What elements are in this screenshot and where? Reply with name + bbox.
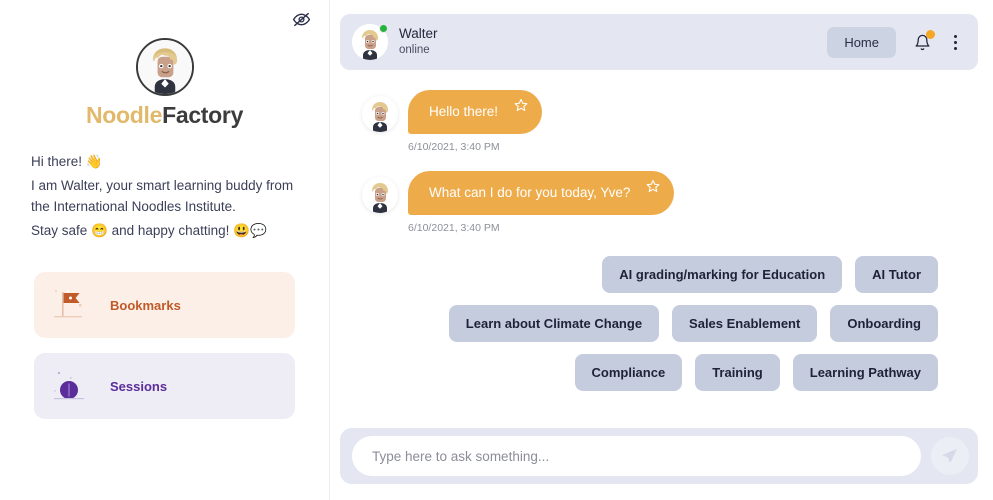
chatbot-app: NoodleFactory Hi there! 👋 I am Walter, y… [0, 0, 993, 500]
suggestion-chip[interactable]: Sales Enablement [672, 305, 818, 342]
message-row: Hello there! 6/10/2021, 3:40 PM [362, 90, 960, 153]
contact-name: Walter [399, 26, 438, 42]
header-avatar-wrapper [352, 24, 388, 60]
greeting-line-2: I am Walter, your smart learning buddy f… [31, 178, 294, 214]
message-bubble: What can I do for you today, Yve? [408, 171, 675, 215]
suggestion-chip[interactable]: Learn about Climate Change [448, 305, 660, 342]
sidebar-topbar [0, 0, 329, 38]
message-row: What can I do for you today, Yve? 6/10/2… [362, 171, 960, 234]
brand-name-part1: Noodle [85, 102, 163, 128]
brand-block: NoodleFactory [0, 38, 329, 129]
suggestion-chip-row: Compliance Training Learning Pathway [384, 354, 938, 391]
walter-avatar [135, 38, 194, 96]
message-bubble: Hello there! [408, 90, 543, 134]
message-text: What can I do for you today, Yve? [429, 185, 631, 200]
suggestion-chip[interactable]: Training [695, 354, 780, 391]
walter-avatar [362, 96, 398, 132]
brand-wordmark: NoodleFactory [86, 102, 243, 129]
star-outline-icon[interactable] [514, 98, 528, 112]
home-button[interactable]: Home [827, 26, 896, 58]
composer-area [340, 428, 978, 500]
sidebar-nav-cards: Bookmarks Sessions [0, 244, 329, 419]
online-status-dot [379, 24, 388, 33]
greeting-line-1: Hi there! 👋 [31, 154, 103, 169]
walter-avatar [362, 177, 398, 213]
suggestion-chip-row: AI grading/marking for Education AI Tuto… [384, 256, 938, 293]
sidebar-item-sessions[interactable]: Sessions [34, 353, 295, 419]
bell-icon[interactable] [911, 30, 935, 53]
chat-header: Walter online Home [340, 14, 978, 70]
message-list: Hello there! 6/10/2021, 3:40 PM What can… [340, 70, 978, 428]
greeting-line-3: Stay safe 😁 and happy chatting! 😃💬 [31, 223, 267, 238]
sidebar-item-label: Bookmarks [110, 297, 181, 313]
flag-icon [34, 272, 110, 338]
message-text: Hello there! [429, 104, 499, 119]
message-timestamp: 6/10/2021, 3:40 PM [408, 222, 500, 234]
suggestion-chip[interactable]: Compliance [574, 354, 683, 391]
star-outline-icon[interactable] [646, 179, 660, 193]
sidebar: NoodleFactory Hi there! 👋 I am Walter, y… [0, 0, 330, 500]
brand-name-part2: Factory [162, 102, 244, 128]
eye-off-icon[interactable] [289, 7, 313, 31]
suggestion-chip[interactable]: Learning Pathway [792, 354, 938, 391]
greeting-text: Hi there! 👋 I am Walter, your smart lear… [0, 129, 329, 241]
composer [340, 428, 978, 484]
sidebar-item-bookmarks[interactable]: Bookmarks [34, 272, 295, 338]
sphere-icon [34, 353, 110, 419]
contact-status: online [399, 44, 430, 57]
sidebar-item-label: Sessions [110, 378, 168, 394]
send-paper-plane-icon[interactable] [931, 437, 969, 475]
suggestion-chips: AI grading/marking for Education AI Tuto… [362, 252, 960, 391]
message-body: Hello there! 6/10/2021, 3:40 PM [408, 90, 543, 153]
notification-badge [926, 30, 935, 39]
message-input[interactable] [352, 436, 921, 476]
suggestion-chip[interactable]: AI grading/marking for Education [602, 256, 843, 293]
message-body: What can I do for you today, Yve? 6/10/2… [408, 171, 675, 234]
kebab-menu-icon[interactable] [946, 31, 964, 53]
suggestion-chip-row: Learn about Climate Change Sales Enablem… [384, 305, 938, 342]
suggestion-chip[interactable]: Onboarding [830, 305, 938, 342]
message-timestamp: 6/10/2021, 3:40 PM [408, 141, 500, 153]
chat-panel: Walter online Home Hello there! 6/10/202… [330, 0, 993, 500]
suggestion-chip[interactable]: AI Tutor [855, 256, 938, 293]
header-identity: Walter online [399, 26, 438, 57]
